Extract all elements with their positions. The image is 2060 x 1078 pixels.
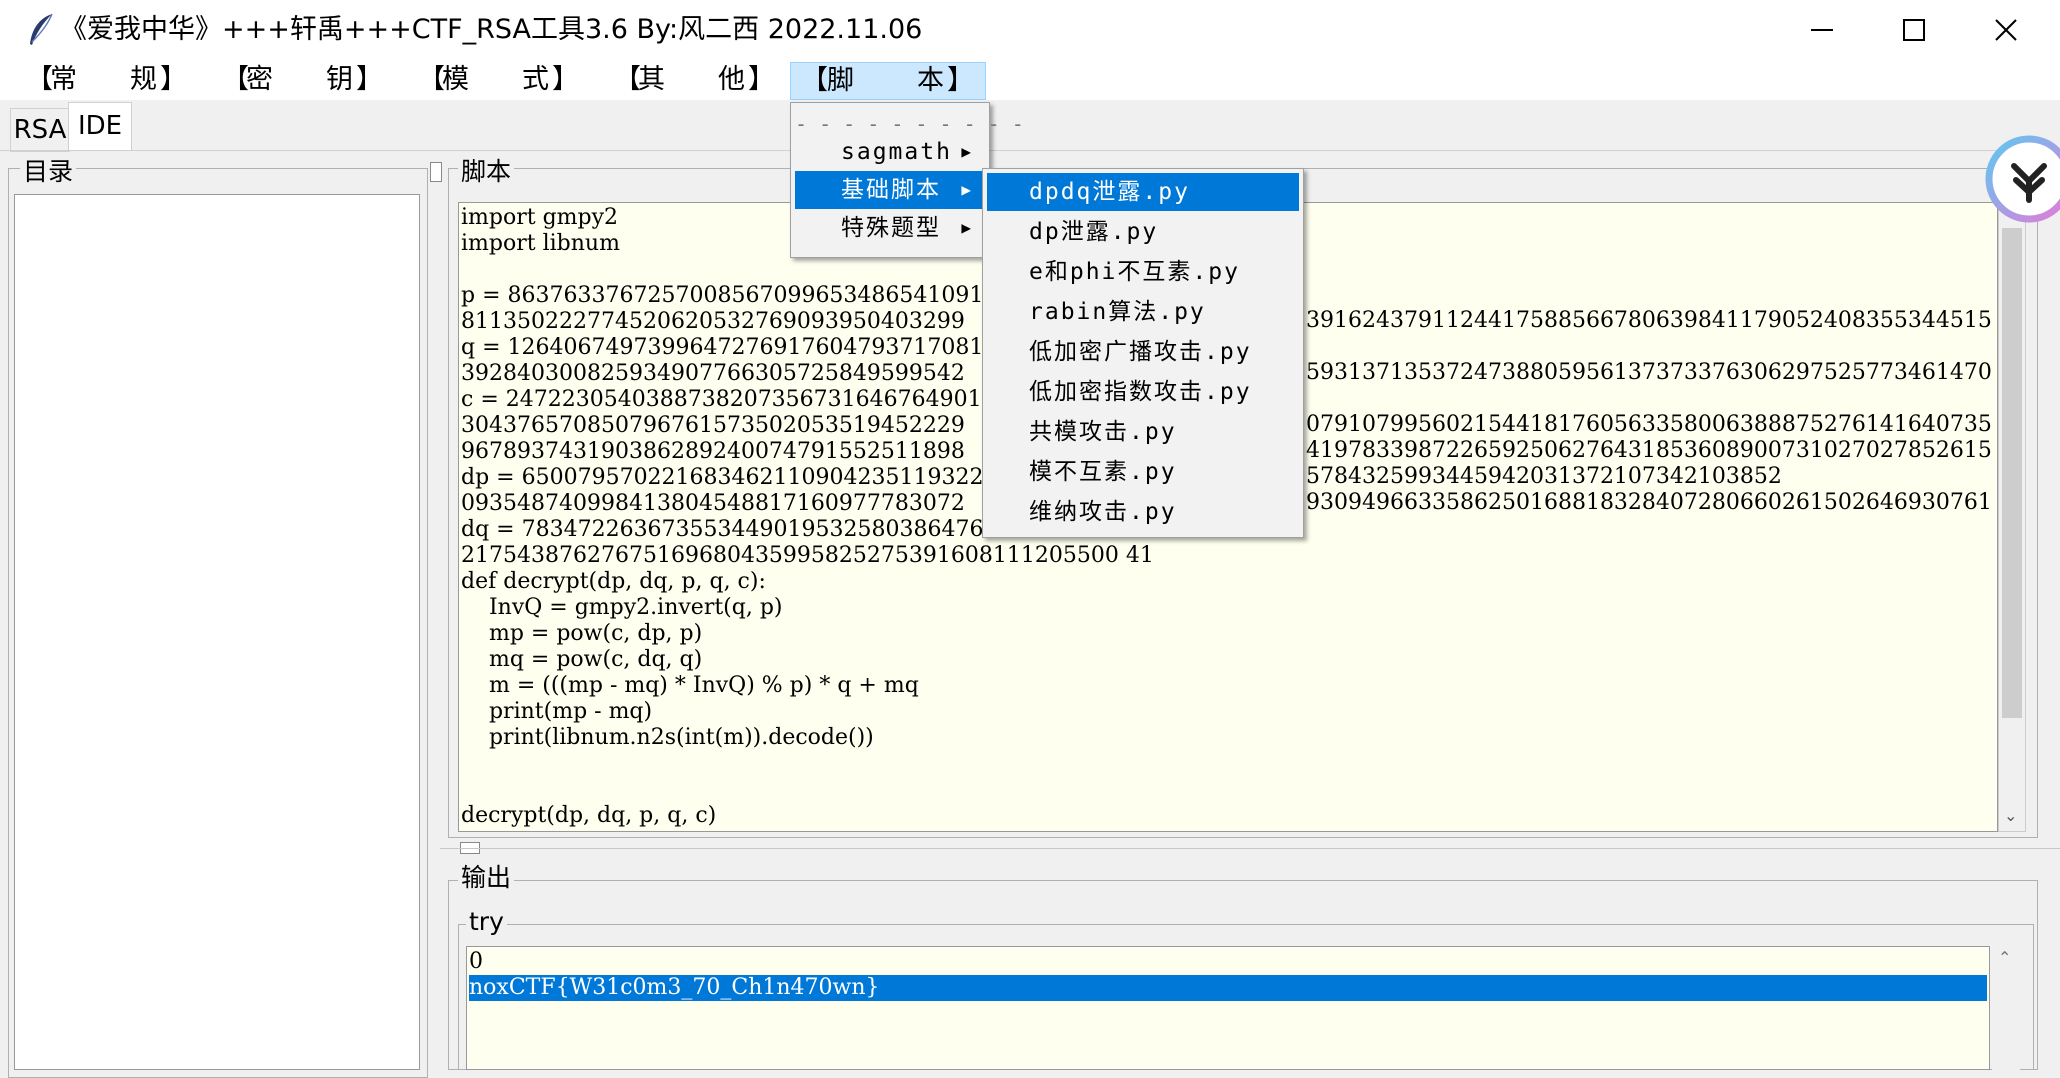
tab-ide[interactable]: IDE — [68, 102, 132, 151]
menu-item-script[interactable]: dp泄露.py — [987, 213, 1299, 251]
script-label: 脚本 — [458, 158, 515, 186]
directory-label: 目录 — [20, 158, 77, 186]
menu-item-script[interactable]: 维纳攻击.py — [987, 493, 1299, 531]
menu-item-label: 特殊题型 — [841, 215, 941, 241]
directory-list[interactable] — [14, 194, 420, 1070]
output-text[interactable]: 0 noxCTF{W31c0m3_70_Ch1n470wn} — [466, 946, 1990, 1070]
code-line: 4197833987226592506276431853608900731027… — [1306, 438, 1992, 463]
close-icon — [1995, 19, 2017, 41]
try-label: try — [466, 908, 507, 936]
menu-bracket-close: 】 — [356, 64, 385, 95]
menu-item-special-problems[interactable]: 特殊题型 ▶ — [795, 209, 985, 247]
output-label: 输出 — [458, 864, 515, 892]
menu-item-script[interactable]: e和phi不互素.py — [987, 253, 1299, 291]
menu-script[interactable]: 【 脚 本 】 — [790, 62, 986, 100]
menu-general[interactable]: 【 常 规 】 — [26, 62, 190, 98]
menu-item-script[interactable]: 模不互素.py — [987, 453, 1299, 491]
vertical-splitter[interactable] — [428, 152, 440, 1070]
tab-divider — [0, 150, 2060, 151]
code-line: 9309496633586250168818328407280660261502… — [1306, 490, 1992, 515]
menu-char: 钥 — [326, 64, 355, 95]
window-title: 《爱我中华》+++轩禹+++CTF_RSA工具3.6 By:风二西 2022.1… — [60, 14, 923, 45]
menu-char: 脚 — [827, 65, 856, 96]
code-line: 5931371353724738805956137373376306297525… — [1306, 360, 1992, 385]
menu-bracket-close: 】 — [947, 65, 976, 96]
menu-char: 本 — [917, 65, 946, 96]
menu-item-label: 基础脚本 — [841, 177, 941, 203]
menu-item-script[interactable]: rabin算法.py — [987, 293, 1299, 331]
code-line: 5784325993445942031372107342103852 — [1306, 464, 1782, 489]
menu-item-script[interactable]: 低加密广播攻击.py — [987, 333, 1299, 371]
menu-item-sagmath[interactable]: sagmath ▶ — [795, 133, 985, 171]
script-dropdown-menu: - - - - - - - - - - sagmath ▶ 基础脚本 ▶ 特殊题… — [790, 102, 1024, 258]
tab-rsa[interactable]: RSA — [10, 108, 70, 152]
menu-item-basic-scripts[interactable]: 基础脚本 ▶ — [795, 171, 985, 209]
menu-bracket-close: 】 — [748, 64, 777, 95]
menu-mode[interactable]: 【 模 式 】 — [418, 62, 582, 98]
maximize-button[interactable] — [1868, 0, 1960, 60]
code-line: 3916243791124417588566780639841179052408… — [1306, 308, 1992, 333]
scroll-down-icon[interactable]: ⌄ — [2004, 806, 2017, 825]
minimize-icon — [1811, 29, 1833, 31]
code-line: 0791079956021544181760563358006388875276… — [1306, 412, 1992, 437]
menu-other[interactable]: 【 其 他 】 — [614, 62, 778, 98]
submenu-arrow-icon: ▶ — [961, 142, 973, 161]
output-line-selected: noxCTF{W31c0m3_70_Ch1n470wn} — [469, 975, 1987, 1001]
menu-char: 其 — [638, 64, 667, 95]
menu-char: 规 — [130, 64, 159, 95]
feather-icon — [30, 13, 53, 45]
output-line: 0 — [469, 949, 483, 974]
maximize-icon — [1903, 19, 1925, 41]
submenu-arrow-icon: ▶ — [961, 218, 973, 237]
code-overflow: 3916243791124417588566780639841179052408… — [1306, 282, 1996, 542]
menu-char: 他 — [718, 64, 747, 95]
menu-item-script[interactable]: 低加密指数攻击.py — [987, 373, 1299, 411]
close-button[interactable] — [1960, 0, 2052, 60]
menu-item-label: sagmath — [841, 139, 952, 165]
menu-bracket-open: 【 — [801, 65, 830, 96]
app-logo — [1985, 135, 2060, 223]
menu-char: 密 — [246, 64, 275, 95]
basic-scripts-submenu: dpdq泄露.py dp泄露.py e和phi不互素.py rabin算法.py… — [982, 168, 1304, 538]
menu-bracket-close: 】 — [160, 64, 189, 95]
menu-item-script[interactable]: 共模攻击.py — [987, 413, 1299, 451]
editor-scroll-thumb[interactable] — [2002, 228, 2022, 718]
minimize-button[interactable] — [1776, 0, 1868, 60]
menu-keys[interactable]: 【 密 钥 】 — [222, 62, 386, 98]
menu-char: 式 — [522, 64, 551, 95]
scroll-up-icon[interactable]: ⌃ — [1998, 948, 2011, 967]
menu-char: 常 — [50, 64, 79, 95]
menu-bracket-close: 】 — [552, 64, 581, 95]
menu-item-script[interactable]: dpdq泄露.py — [987, 173, 1299, 211]
splitter-handle[interactable] — [430, 162, 442, 182]
output-scrollbar[interactable]: ⌃ — [1992, 946, 2020, 1070]
menu-char: 模 — [442, 64, 471, 95]
horizontal-splitter[interactable] — [440, 848, 2060, 849]
submenu-arrow-icon: ▶ — [961, 180, 973, 199]
